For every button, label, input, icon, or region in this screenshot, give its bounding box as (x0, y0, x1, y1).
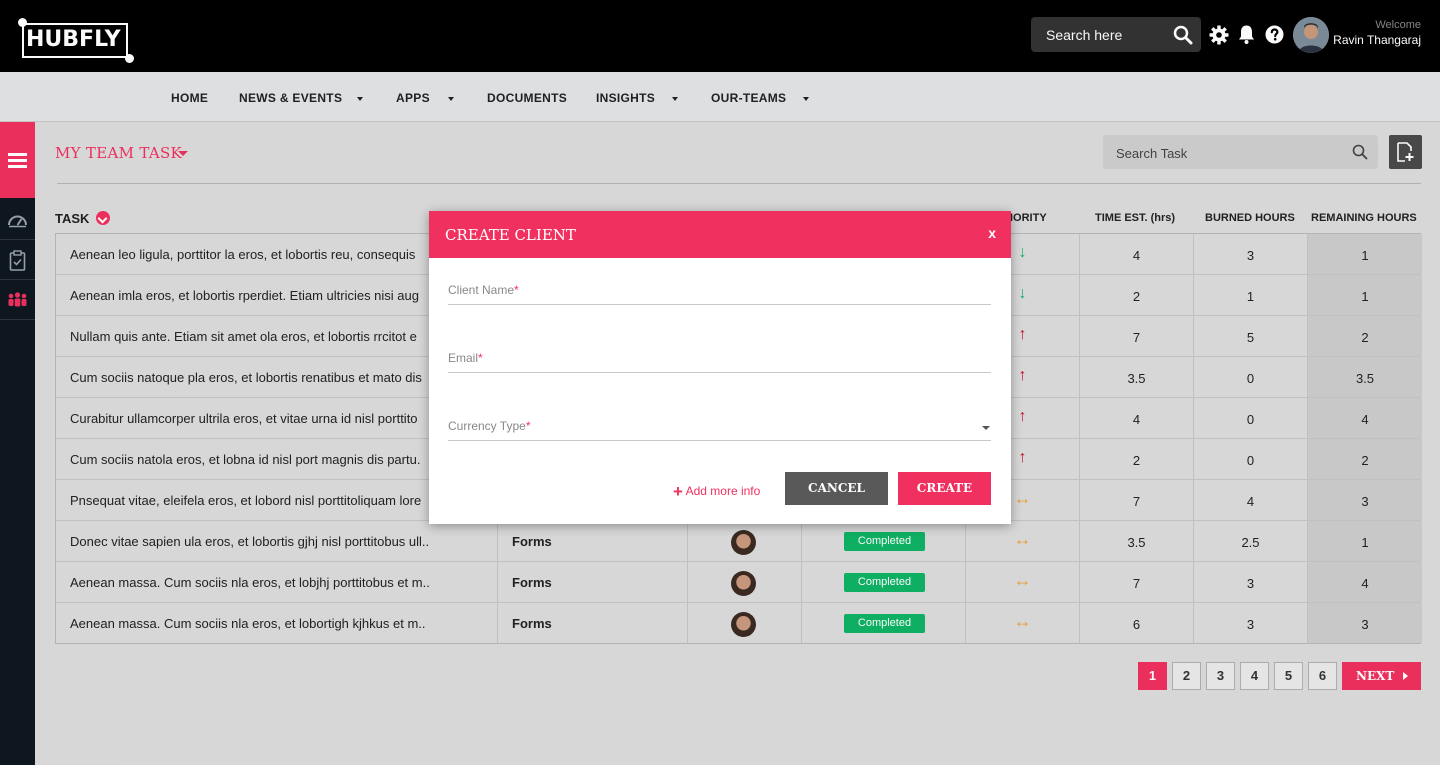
required-mark: * (525, 419, 531, 433)
modal-title: CREATE CLIENT (445, 226, 576, 244)
email-label: Email (448, 351, 479, 365)
currency-type-select[interactable]: Currency Type* (448, 417, 991, 441)
required-mark: * (478, 351, 483, 365)
add-more-info-link[interactable]: + Add more info (673, 480, 761, 501)
chevron-down-icon[interactable] (982, 426, 990, 430)
client-name-field[interactable]: Client Name* (448, 281, 991, 305)
create-client-modal: CREATE CLIENT x Client Name* Email* Curr… (429, 211, 1011, 524)
client-name-label: Client Name (448, 283, 515, 297)
close-icon[interactable]: x (988, 225, 996, 241)
currency-type-label: Currency Type (448, 419, 526, 433)
email-field[interactable]: Email* (448, 349, 991, 373)
cancel-button[interactable]: CANCEL (785, 472, 888, 505)
plus-icon: + (673, 482, 683, 501)
create-button[interactable]: CREATE (898, 472, 991, 505)
add-more-info-label: Add more info (685, 484, 761, 498)
modal-header: CREATE CLIENT x (429, 211, 1011, 258)
required-mark: * (514, 283, 519, 297)
